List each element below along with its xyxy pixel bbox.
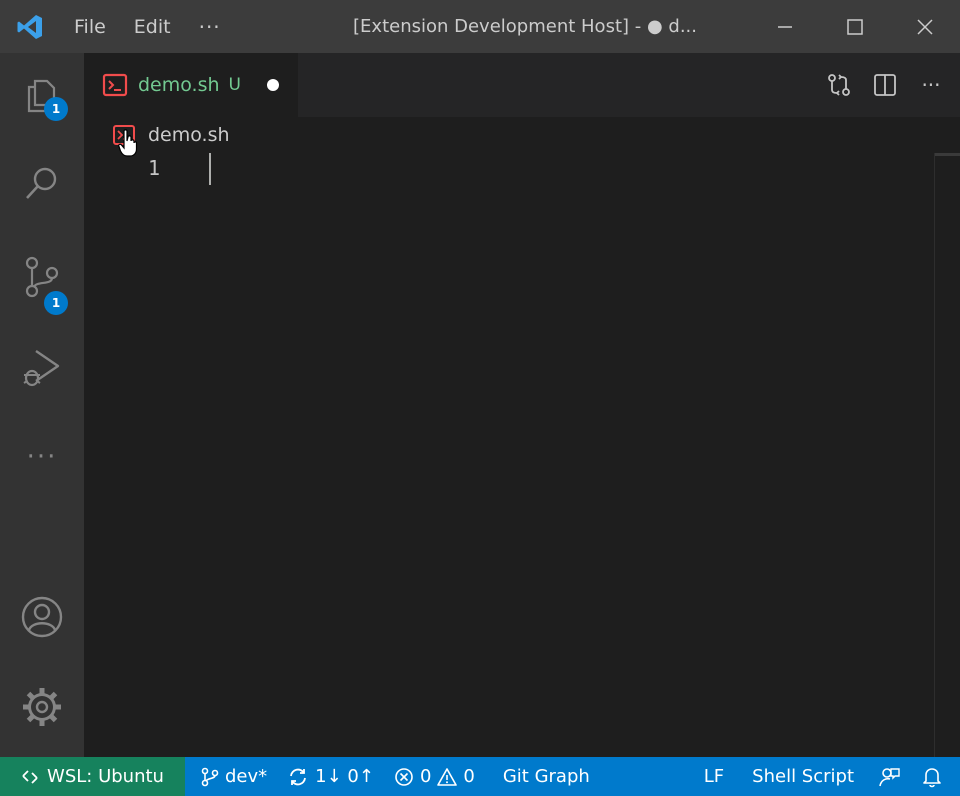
hand-pointer-icon xyxy=(118,129,138,157)
sync-icon xyxy=(290,768,307,785)
error-count: 0 xyxy=(419,766,432,787)
run-and-debug-icon[interactable] xyxy=(0,325,84,409)
error-icon xyxy=(395,767,413,786)
tab-label: demo.sh xyxy=(138,74,220,96)
warning-icon xyxy=(437,767,458,786)
scrollbar-shadow xyxy=(935,153,960,156)
explorer-badge: 1 xyxy=(44,97,68,121)
minimize-button[interactable] xyxy=(750,0,820,53)
gear-icon[interactable] xyxy=(0,665,84,749)
menu-edit[interactable]: Edit xyxy=(120,0,185,53)
sync-label: 1↓ 0↑ xyxy=(315,766,374,787)
title-bar: File Edit ··· [Extension Development Hos… xyxy=(0,0,960,53)
git-graph-button[interactable]: Git Graph xyxy=(493,757,600,796)
status-bar: WSL: Ubuntu dev* 1↓ 0↑ 0 0 Git Graph LF … xyxy=(0,757,960,796)
activity-bar: 1 1 ··· xyxy=(0,53,84,757)
line-number: 1 xyxy=(148,156,161,180)
overview-ruler-scrollbar[interactable] xyxy=(934,153,960,757)
shell-file-icon xyxy=(102,73,128,97)
sync-indicator[interactable]: 1↓ 0↑ xyxy=(277,757,384,796)
untracked-status: U xyxy=(228,75,241,95)
unsaved-dot-icon[interactable] xyxy=(266,79,279,91)
accounts-icon[interactable] xyxy=(0,575,84,659)
menu-more-icon[interactable]: ··· xyxy=(185,0,235,53)
text-cursor xyxy=(209,153,211,185)
feedback-icon[interactable] xyxy=(864,757,914,796)
remote-indicator[interactable]: WSL: Ubuntu xyxy=(0,757,185,796)
source-control-icon[interactable]: 1 xyxy=(0,235,84,319)
more-actions-icon[interactable]: ··· xyxy=(908,53,954,117)
maximize-button[interactable] xyxy=(820,0,890,53)
warning-count: 0 xyxy=(463,766,475,787)
language-mode[interactable]: Shell Script xyxy=(742,757,864,796)
split-editor-icon[interactable] xyxy=(862,53,908,117)
editor-area: demo.sh U ··· demo.sh 1 xyxy=(84,53,960,757)
window-title: [Extension Development Host] - ● d... xyxy=(353,16,697,37)
tab-demo-sh[interactable]: demo.sh U xyxy=(84,53,298,117)
tabs-bar: demo.sh U ··· xyxy=(84,53,960,117)
branch-indicator[interactable]: dev* xyxy=(191,757,277,796)
open-changes-icon[interactable] xyxy=(816,53,862,117)
vscode-logo-icon xyxy=(0,0,60,53)
close-window-button[interactable] xyxy=(890,0,960,53)
remote-icon xyxy=(22,769,38,784)
notifications-bell-icon[interactable] xyxy=(914,757,960,796)
more-views-icon[interactable]: ··· xyxy=(0,415,84,499)
explorer-icon[interactable]: 1 xyxy=(0,53,84,137)
problems-indicator[interactable]: 0 0 xyxy=(384,757,485,796)
eol-indicator[interactable]: LF xyxy=(694,757,734,796)
breadcrumb-file[interactable]: demo.sh xyxy=(148,124,230,146)
menu-file[interactable]: File xyxy=(60,0,120,53)
git-branch-icon xyxy=(201,767,219,786)
remote-label: WSL: Ubuntu xyxy=(47,766,164,787)
branch-label: dev* xyxy=(225,766,268,787)
search-icon[interactable] xyxy=(0,141,84,225)
source-control-badge: 1 xyxy=(44,291,68,315)
